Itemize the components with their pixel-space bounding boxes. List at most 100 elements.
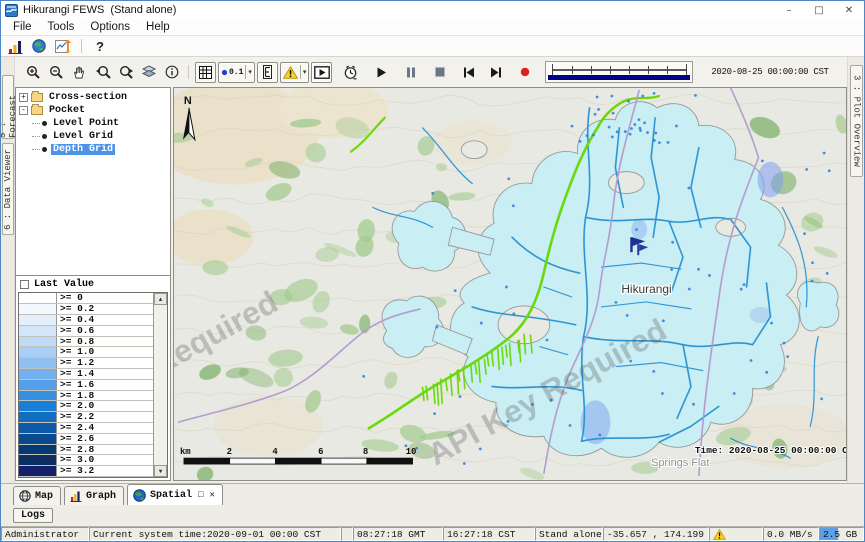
expand-icon[interactable]: + — [19, 93, 28, 102]
tab-graph[interactable]: Graph — [64, 486, 124, 505]
zoom-out-button[interactable] — [46, 62, 67, 83]
warning-icon — [713, 529, 726, 540]
logs-button[interactable]: Logs — [13, 508, 53, 523]
animation-timer-button[interactable] — [340, 62, 361, 83]
zoom-in-button[interactable] — [23, 62, 44, 83]
last-value-option[interactable]: Last Value — [16, 276, 170, 292]
tree-item-label-selected: Depth Grid — [51, 144, 115, 155]
legend-color-swatch — [19, 434, 57, 444]
collapse-icon[interactable]: - — [19, 106, 28, 115]
legend-panel: Last Value >= 0 — [16, 275, 170, 480]
database-chart-button[interactable] — [5, 37, 25, 55]
svg-text:6: 6 — [318, 447, 323, 457]
spatial-map[interactable]: API Key Required API Key Required N km — [173, 87, 847, 481]
scalar-chart-button[interactable] — [53, 37, 73, 55]
bullet-icon — [42, 134, 47, 139]
status-bar: Administrator Current system time:2020-0… — [1, 526, 864, 541]
zoom-previous-button[interactable] — [92, 62, 113, 83]
blue-globe-icon — [133, 489, 146, 502]
legend-scrollbar[interactable]: ▲ ▼ — [153, 293, 167, 477]
maximize-button[interactable]: □ — [804, 1, 834, 19]
pause-button[interactable] — [400, 62, 421, 83]
tab-map[interactable]: Map — [13, 486, 61, 505]
tab-close-icon[interactable]: ✕ — [209, 490, 214, 500]
tab-data-viewer[interactable]: 6 : Data Viewer — [2, 143, 14, 235]
minimize-button[interactable]: – — [774, 1, 804, 19]
app-window: Hikurangi FEWS (Stand alone) – □ ✕ FileT… — [0, 0, 865, 542]
skip-to-start-button[interactable] — [458, 62, 479, 83]
tab-plot-overview[interactable]: 3 : Plot Overview — [850, 65, 863, 177]
tab-forecast[interactable]: 5 : Forecast — [2, 75, 14, 139]
menu-item[interactable]: Help — [138, 21, 178, 33]
play-button[interactable] — [371, 62, 392, 83]
warning-icon — [283, 66, 298, 79]
interval-value: 0.1 — [229, 68, 243, 77]
legend-row-label: >= 3.0 — [57, 455, 94, 465]
grid-display-button[interactable] — [195, 62, 216, 83]
tree-item-level-grid[interactable]: Level Grid — [18, 130, 168, 143]
menu-item[interactable]: File — [5, 21, 40, 33]
map-time-label: Time: 2020-08-25 00:00:00 CST — [695, 445, 846, 456]
title-bar[interactable]: Hikurangi FEWS (Stand alone) – □ ✕ — [1, 1, 864, 19]
map-canvas[interactable]: API Key Required API Key Required N km — [174, 88, 846, 480]
tab-restore-icon[interactable]: □ — [198, 490, 203, 500]
skip-to-end-button[interactable] — [485, 62, 506, 83]
timeline-progress-bar — [548, 75, 690, 80]
tree-guide-line — [32, 136, 40, 137]
layers-button[interactable] — [138, 62, 159, 83]
legend-color-swatch — [19, 337, 57, 347]
legend-color-swatch — [19, 293, 57, 303]
help-icon: ? — [96, 39, 104, 54]
last-value-label: Last Value — [34, 279, 94, 290]
app-icon — [5, 4, 18, 17]
scroll-down-icon[interactable]: ▼ — [154, 465, 167, 477]
tab-graph-label: Graph — [86, 491, 116, 502]
close-button[interactable]: ✕ — [834, 1, 864, 19]
status-gmt-time: 08:27:18 GMT — [353, 527, 443, 541]
animate-display-button[interactable] — [311, 62, 332, 83]
main-toolbar: ? — [1, 36, 864, 57]
tree-item-depth-grid[interactable]: Depth Grid — [18, 143, 168, 156]
legend-scale-button[interactable] — [257, 62, 278, 83]
help-button[interactable]: ? — [90, 37, 110, 55]
tree-guide-line — [32, 123, 40, 124]
legend-row-label: >= 2.0 — [57, 401, 94, 411]
tree-item-cross-section[interactable]: + Cross-section — [18, 91, 168, 104]
bullet-icon — [42, 147, 47, 152]
status-user: Administrator — [1, 527, 89, 541]
zoom-next-button[interactable] — [115, 62, 136, 83]
tab-data-viewer-label: 6 : Data Viewer — [3, 149, 13, 230]
tab-spatial-label: Spatial — [150, 490, 192, 501]
record-button[interactable] — [514, 62, 535, 83]
thresholds-warning-dropdown[interactable]: ▾ — [280, 62, 310, 83]
class-interval-dropdown[interactable]: 0.1 ▾ — [218, 62, 255, 83]
timeline-slider[interactable] — [545, 61, 693, 83]
stop-button[interactable] — [429, 62, 450, 83]
svg-text:8: 8 — [363, 447, 368, 457]
last-value-checkbox[interactable] — [20, 280, 29, 289]
legend-color-swatch — [19, 380, 57, 390]
globe-button[interactable] — [29, 37, 49, 55]
tree-item-pocket[interactable]: - Pocket — [18, 104, 168, 117]
legend-row-label: >= 1.2 — [57, 358, 94, 368]
svg-text:2: 2 — [227, 447, 232, 457]
menu-item[interactable]: Tools — [40, 21, 83, 33]
status-coordinates: -35.657 , 174.199 — [603, 527, 709, 541]
tab-spatial[interactable]: Spatial □ ✕ — [127, 484, 223, 505]
menu-item[interactable]: Options — [82, 21, 138, 33]
bottom-tab-bar: Map Graph Spatial □ ✕ — [1, 483, 864, 505]
menu-bar: FileToolsOptionsHelp — [1, 19, 864, 36]
pan-hand-button[interactable] — [69, 62, 90, 83]
legend-row[interactable]: >= 3.2 — [19, 466, 153, 477]
status-mode: Stand alone — [535, 527, 603, 541]
status-warning-cell[interactable] — [709, 527, 763, 541]
legend-row-label: >= 2.8 — [57, 445, 94, 455]
tree-item-level-point[interactable]: Level Point — [18, 117, 168, 130]
legend-row[interactable]: >= 1.6 — [19, 380, 153, 391]
scroll-up-icon[interactable]: ▲ — [154, 293, 167, 305]
legend-color-swatch — [19, 369, 57, 379]
info-button[interactable] — [161, 62, 182, 83]
timeline-track[interactable] — [552, 69, 686, 71]
place-label: Springs Flat — [651, 457, 709, 469]
legend-row[interactable]: >= 2.6 — [19, 434, 153, 445]
